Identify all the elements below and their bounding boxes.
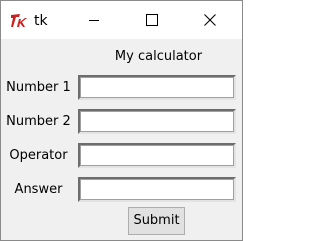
minimize-button[interactable] [71,1,117,39]
close-button[interactable] [187,1,233,39]
form-area: My calculator Number 1 Number 2 Operator… [1,39,242,240]
operator-input[interactable] [78,143,236,168]
window-title: tk [34,13,48,29]
submit-button[interactable]: Submit [128,207,185,235]
form-heading: My calculator [114,49,203,64]
tk-feather-icon [10,13,28,29]
operator-label: Operator [9,148,68,163]
tk-window: tk My calculator Number 1 Number 2 Opera… [0,0,243,241]
title-bar[interactable]: tk [1,1,242,39]
number1-input[interactable] [78,75,236,100]
answer-input[interactable] [78,177,236,202]
number2-label: Number 2 [6,114,71,129]
answer-label: Answer [14,182,63,197]
number2-input[interactable] [78,109,236,134]
maximize-button[interactable] [129,1,175,39]
number1-label: Number 1 [6,80,71,95]
